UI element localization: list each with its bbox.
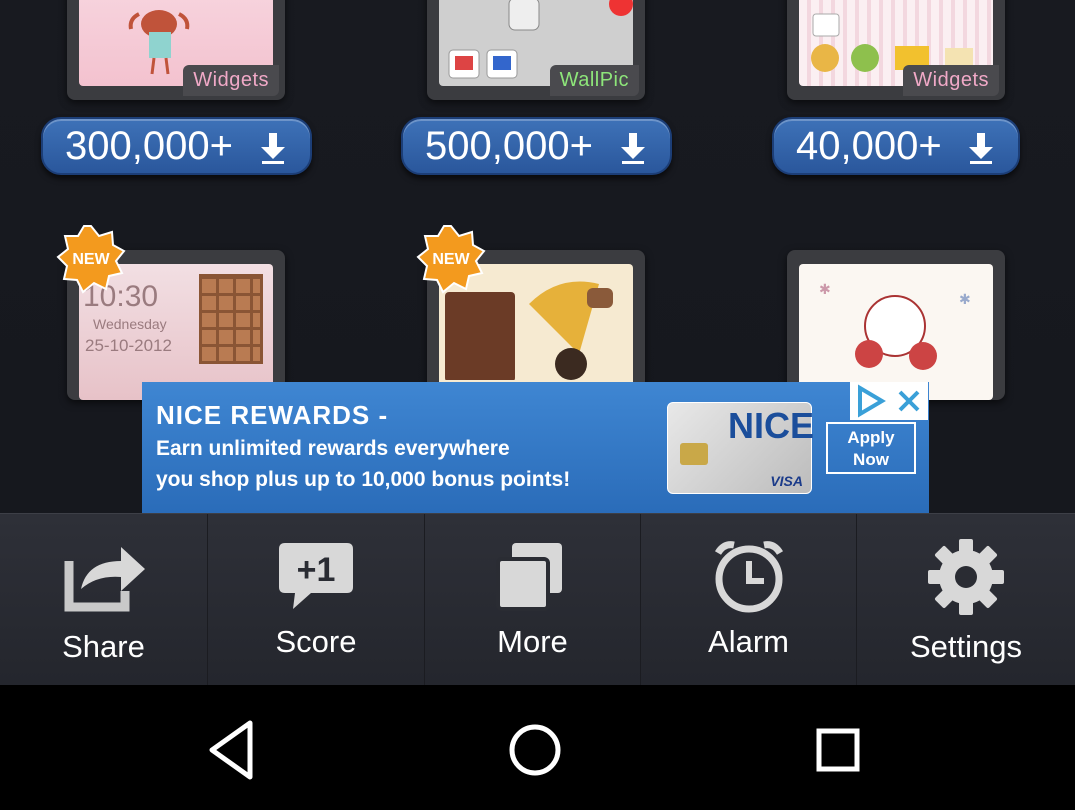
card-brand: NICE [728, 405, 815, 446]
ad-banner[interactable]: NICE REWARDS - Earn unlimited rewards ev… [142, 382, 929, 513]
new-badge-icon: NEW [56, 225, 126, 294]
download-arrow-icon [261, 133, 285, 164]
menu-label: Settings [909, 629, 1022, 664]
gear-icon [928, 539, 1004, 615]
theme-card-1[interactable]: Widgets [67, 0, 285, 100]
now-label: Now [853, 450, 889, 469]
apply-now-button[interactable]: Apply Now [826, 422, 916, 474]
theme-card-2[interactable]: WallPic [427, 0, 645, 100]
new-badge-label: NEW [72, 251, 110, 268]
new-badge-label: NEW [432, 251, 470, 268]
theme-card-6[interactable]: ✱ ✱ [787, 250, 1005, 400]
share-icon [64, 547, 145, 612]
svg-text:+1: +1 [297, 551, 336, 589]
app-screen: Widgets WallPic Widgets 300,000+ 500,000… [0, 0, 1075, 685]
clock-day: Wednesday [93, 316, 167, 332]
credit-card-image: NICE VISA [667, 402, 815, 494]
card-chip [680, 443, 708, 465]
download-count: 500,000+ [425, 123, 593, 168]
menu-label: Share [62, 629, 145, 664]
alarm-clock-icon [714, 541, 783, 613]
menu-score[interactable]: +1 Score [208, 514, 425, 685]
menu-label: Score [275, 624, 357, 659]
menu-share[interactable]: Share [0, 514, 208, 685]
bottom-menu: Share +1 Score More Alarm Settings [0, 513, 1075, 685]
card-network: VISA [770, 473, 803, 489]
apply-label: Apply [847, 428, 895, 447]
clock-date: 25-10-2012 [85, 336, 172, 355]
item-type-tag: Widgets [903, 65, 999, 96]
menu-label: More [497, 624, 568, 659]
item-type-tag: Widgets [183, 65, 279, 96]
menu-settings[interactable]: Settings [857, 514, 1075, 685]
download-arrow-icon [621, 133, 645, 164]
item-type-tag: WallPic [549, 65, 639, 96]
close-ad-icon[interactable] [898, 390, 920, 412]
svg-text:✱: ✱ [959, 292, 971, 308]
theme-thumbnail: ✱ ✱ [799, 264, 993, 400]
download-button-2[interactable]: 500,000+ [401, 117, 672, 175]
window-illustration [199, 274, 263, 364]
new-badge-icon: NEW [416, 225, 486, 294]
theme-card-3[interactable]: Widgets [787, 0, 1005, 100]
ad-text-line2: you shop plus up to 10,000 bonus points! [156, 468, 571, 491]
download-count: 300,000+ [65, 123, 233, 168]
sheep-illustration: ✱ ✱ [819, 282, 971, 370]
download-count: 40,000+ [796, 123, 942, 168]
home-icon[interactable] [500, 715, 570, 785]
ad-headline: NICE REWARDS - [156, 400, 389, 430]
ad-choices-icon[interactable] [858, 384, 886, 418]
download-button-3[interactable]: 40,000+ [772, 117, 1020, 175]
more-apps-icon [495, 543, 562, 611]
recent-apps-icon[interactable] [803, 715, 873, 785]
ad-choices[interactable] [850, 382, 928, 420]
ad-text-line1: Earn unlimited rewards everywhere [156, 437, 510, 460]
download-arrow-icon [969, 133, 993, 164]
download-button-1[interactable]: 300,000+ [41, 117, 312, 175]
svg-text:✱: ✱ [819, 282, 831, 298]
system-navigation-bar [0, 685, 1075, 810]
back-icon[interactable] [198, 715, 268, 785]
menu-label: Alarm [708, 624, 789, 659]
plus-one-score-icon: +1 [279, 543, 353, 609]
menu-alarm[interactable]: Alarm [641, 514, 857, 685]
menu-more[interactable]: More [425, 514, 641, 685]
